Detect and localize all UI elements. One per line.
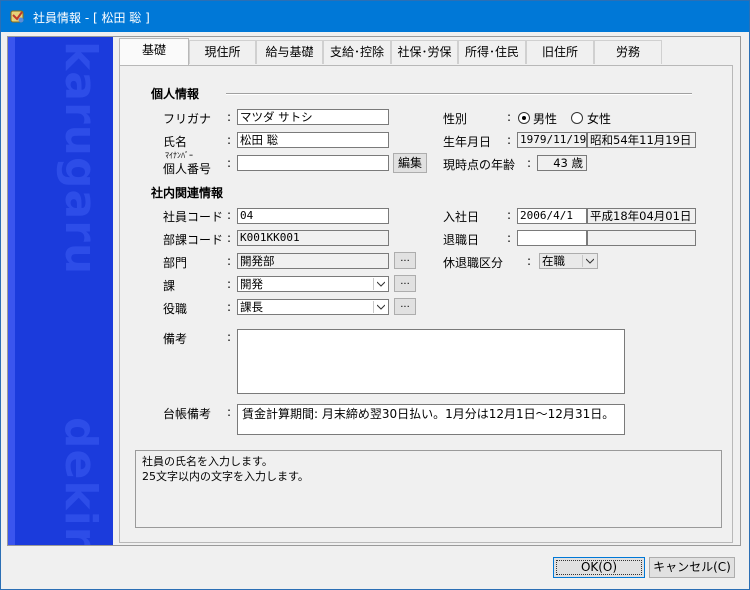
name-input[interactable]: 松田 聡 xyxy=(237,132,389,148)
dept-code-field: K001KK001 xyxy=(237,230,389,246)
banner-top-text: karugaru xyxy=(55,41,106,276)
colon: : xyxy=(227,156,232,170)
gender-female-label[interactable]: 女性 xyxy=(587,110,611,127)
chevron-down-icon[interactable] xyxy=(582,255,596,267)
colon: : xyxy=(507,208,512,222)
department-field: 開発部 xyxy=(237,253,389,269)
position-label: 役職 xyxy=(163,302,188,316)
mynumber-input[interactable] xyxy=(237,155,389,171)
tab-social-insurance[interactable]: 社保･労保 xyxy=(391,40,458,64)
section-label: 課 xyxy=(163,279,176,293)
section-browse-button[interactable]: ... xyxy=(394,275,416,292)
colon: : xyxy=(227,133,232,147)
colon: : xyxy=(227,300,232,314)
colon: : xyxy=(507,110,512,124)
join-date-input[interactable]: 2006/4/1 xyxy=(517,208,587,224)
birthdate-label: 生年月日 xyxy=(443,135,492,149)
position-select-value: 課長 xyxy=(240,300,263,314)
furigana-label: フリガナ xyxy=(163,112,212,126)
chevron-down-icon[interactable] xyxy=(373,278,387,290)
employee-code-input[interactable]: 04 xyxy=(237,208,389,224)
focus-ring xyxy=(556,560,642,575)
tab-payment-deduction[interactable]: 支給･控除 xyxy=(323,40,391,64)
app-icon xyxy=(10,9,25,24)
help-line-1: 社員の氏名を入力します。 xyxy=(142,455,273,468)
ledger-notes-label: 台帳備考 xyxy=(163,407,212,421)
section-select[interactable]: 開発 xyxy=(237,276,389,292)
section-select-value: 開発 xyxy=(240,277,263,291)
colon: : xyxy=(527,156,532,170)
company-section-title: 社内関連情報 xyxy=(151,186,224,200)
age-field: 43 歳 xyxy=(537,155,587,171)
name-label: 氏名 xyxy=(163,135,188,149)
window-title: 社員情報 - [ 松田 聡 ] xyxy=(33,11,150,25)
colon: : xyxy=(227,231,232,245)
ledger-notes-textarea[interactable]: 賃金計算期間: 月末締め翌30日払い。1月分は12月1日～12月31日。 xyxy=(237,404,625,435)
leave-status-value: 在職 xyxy=(542,254,565,268)
cancel-button[interactable]: キャンセル(C) xyxy=(649,557,735,578)
notes-label: 備考 xyxy=(163,332,188,346)
colon: : xyxy=(507,133,512,147)
colon: : xyxy=(227,110,232,124)
section-divider xyxy=(226,93,692,95)
department-label: 部門 xyxy=(163,256,188,270)
gender-male-label[interactable]: 男性 xyxy=(533,110,557,127)
retire-date-wareki-field xyxy=(587,230,696,246)
tab-salary-basic[interactable]: 給与基礎 xyxy=(256,40,323,64)
join-date-wareki-field: 平成18年04月01日 xyxy=(587,208,696,224)
tab-income-resident[interactable]: 所得･住民 xyxy=(458,40,526,64)
colon: : xyxy=(227,254,232,268)
gender-label: 性別 xyxy=(443,112,468,126)
leave-status-label: 休退職区分 xyxy=(443,256,504,270)
banner-strip xyxy=(8,37,15,545)
colon: : xyxy=(507,231,512,245)
department-browse-button[interactable]: ... xyxy=(394,252,416,269)
colon: : xyxy=(227,208,232,222)
tab-address[interactable]: 現住所 xyxy=(189,40,256,64)
birthdate-wareki-field: 昭和54年11月19日 xyxy=(587,132,696,148)
gender-male-radio[interactable] xyxy=(518,112,530,124)
colon: : xyxy=(227,330,232,344)
leave-status-select[interactable]: 在職 xyxy=(539,253,598,269)
gender-female-radio[interactable] xyxy=(571,112,583,124)
birthdate-field: 1979/11/19 xyxy=(517,132,587,148)
banner-bottom-text: dekiru xyxy=(55,417,106,545)
tab-labor[interactable]: 労務 xyxy=(594,40,662,64)
edit-mynumber-button[interactable]: 編集 xyxy=(393,153,427,173)
position-browse-button[interactable]: ... xyxy=(394,298,416,315)
help-line-2: 25文字以内の文字を入力します。 xyxy=(142,470,309,483)
ok-button[interactable]: OK(O) xyxy=(553,557,645,578)
age-label: 現時点の年齢 xyxy=(443,158,516,172)
title-bar: 社員情報 - [ 松田 聡 ] xyxy=(1,1,749,32)
notes-textarea[interactable] xyxy=(237,329,625,394)
side-banner: karugaru dekiru xyxy=(8,37,113,545)
furigana-input[interactable]: マツダ サトシ xyxy=(237,109,389,125)
colon: : xyxy=(227,277,232,291)
employee-code-label: 社員コード xyxy=(163,210,224,224)
join-date-label: 入社日 xyxy=(443,210,480,224)
personal-section-title: 個人情報 xyxy=(151,87,200,101)
help-message-box: 社員の氏名を入力します。 25文字以内の文字を入力します。 xyxy=(135,450,722,528)
retire-date-input[interactable] xyxy=(517,230,587,246)
dept-code-label: 部課コード xyxy=(163,233,224,247)
retire-date-label: 退職日 xyxy=(443,233,480,247)
colon: : xyxy=(227,405,232,419)
tab-basic[interactable]: 基礎 xyxy=(119,38,189,65)
colon: : xyxy=(527,254,532,268)
chevron-down-icon[interactable] xyxy=(373,301,387,313)
position-select[interactable]: 課長 xyxy=(237,299,389,315)
tab-old-address[interactable]: 旧住所 xyxy=(526,40,594,64)
mynumber-label: 個人番号 xyxy=(163,162,212,176)
